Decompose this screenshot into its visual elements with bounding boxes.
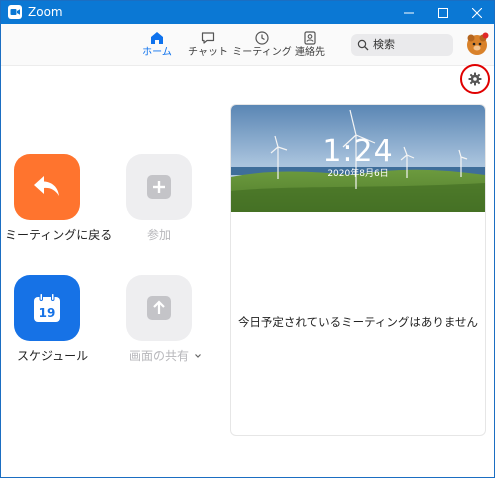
- return-to-meeting-label: ミーティングに戻る: [5, 228, 113, 242]
- plus-icon: [147, 175, 171, 199]
- maximize-button[interactable]: [426, 1, 460, 24]
- tab-contacts-label: 連絡先: [295, 47, 325, 58]
- share-up-arrow-icon: [147, 296, 171, 320]
- settings-button[interactable]: [460, 64, 490, 94]
- return-to-meeting-button[interactable]: [14, 154, 80, 220]
- zoom-window: Zoom ホーム チャット ミーティング 連絡先 検索 ミーティングに戻る 参加…: [0, 0, 495, 478]
- return-arrow-icon: [34, 176, 59, 196]
- title-bar: Zoom: [1, 1, 494, 24]
- current-date: 2020年8月6日: [327, 169, 389, 179]
- minimize-icon: [404, 12, 414, 13]
- search-icon: [357, 39, 369, 51]
- tab-contacts[interactable]: 連絡先: [284, 27, 336, 63]
- current-time: 1:24: [322, 134, 394, 169]
- close-button[interactable]: [460, 1, 494, 24]
- search-input[interactable]: 検索: [351, 34, 453, 56]
- share-screen-label: 画面の共有: [129, 349, 190, 363]
- chat-icon: [201, 32, 215, 44]
- close-icon: [472, 7, 482, 18]
- no-meetings-message: 今日予定されているミーティングはありません: [237, 315, 479, 329]
- avatar[interactable]: [465, 32, 489, 56]
- search-placeholder: 検索: [373, 38, 395, 51]
- calendar-day: 19: [39, 306, 56, 320]
- maximize-icon: [438, 7, 448, 18]
- join-button[interactable]: [126, 154, 192, 220]
- zoom-app-icon: [8, 5, 22, 19]
- gear-icon: [468, 72, 482, 86]
- share-screen-button[interactable]: [126, 275, 192, 341]
- clock-icon: [255, 31, 269, 45]
- main-header: ホーム チャット ミーティング 連絡先 検索: [1, 24, 494, 66]
- schedule-label: スケジュール: [17, 349, 89, 363]
- window-title: Zoom: [28, 5, 63, 19]
- schedule-button[interactable]: 19: [14, 275, 80, 341]
- minimize-button[interactable]: [392, 1, 426, 24]
- join-label: 参加: [147, 228, 172, 242]
- home-icon: [151, 32, 163, 44]
- contacts-icon: [304, 31, 316, 45]
- chevron-down-icon[interactable]: [194, 352, 202, 360]
- calendar-icon: 19: [34, 293, 60, 322]
- upcoming-meetings-panel: 1:24 2020年8月6日 今日予定されているミーティングはありません: [230, 104, 486, 436]
